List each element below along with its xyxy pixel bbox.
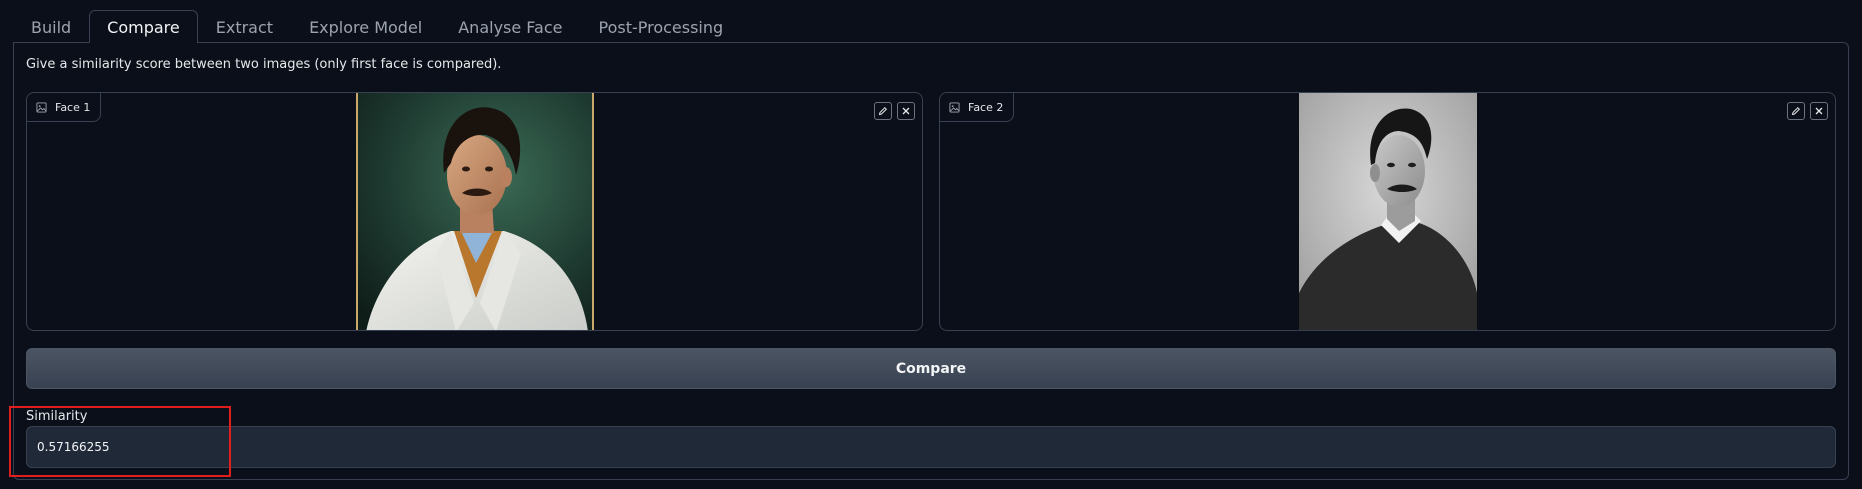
compare-description: Give a similarity score between two imag… — [26, 57, 502, 72]
close-icon — [1815, 107, 1823, 115]
face-2-label-text: Face 2 — [968, 100, 1004, 114]
close-icon — [902, 107, 910, 115]
tab-analyse-face[interactable]: Analyse Face — [440, 10, 580, 43]
face-2-tools — [1787, 102, 1828, 120]
tab-post-processing[interactable]: Post-Processing — [580, 10, 741, 43]
pencil-icon — [1791, 106, 1801, 116]
tab-explore-model[interactable]: Explore Model — [291, 10, 440, 43]
face-1-image-input[interactable]: Face 1 — [26, 92, 923, 331]
face-2-label: Face 2 — [940, 93, 1015, 122]
face-1-clear-button[interactable] — [897, 102, 915, 120]
tab-compare[interactable]: Compare — [89, 10, 198, 43]
face-2-clear-button[interactable] — [1810, 102, 1828, 120]
face-2-image-input[interactable]: Face 2 — [939, 92, 1836, 331]
tab-extract[interactable]: Extract — [198, 10, 291, 43]
face-1-tools — [874, 102, 915, 120]
similarity-value: 0.57166255 — [37, 440, 110, 454]
tab-bar: Build Compare Extract Explore Model Anal… — [13, 10, 741, 43]
compare-button[interactable]: Compare — [26, 348, 1836, 389]
face-2-image — [1299, 93, 1477, 330]
face-2-edit-button[interactable] — [1787, 102, 1805, 120]
tab-build[interactable]: Build — [13, 10, 89, 43]
face-1-image — [356, 93, 594, 330]
similarity-label: Similarity — [26, 409, 88, 424]
image-icon — [949, 101, 960, 113]
image-icon — [36, 101, 47, 113]
face-1-label-text: Face 1 — [55, 100, 91, 114]
similarity-output[interactable]: 0.57166255 — [26, 426, 1836, 468]
pencil-icon — [878, 106, 888, 116]
face-1-edit-button[interactable] — [874, 102, 892, 120]
face-1-label: Face 1 — [27, 93, 102, 122]
